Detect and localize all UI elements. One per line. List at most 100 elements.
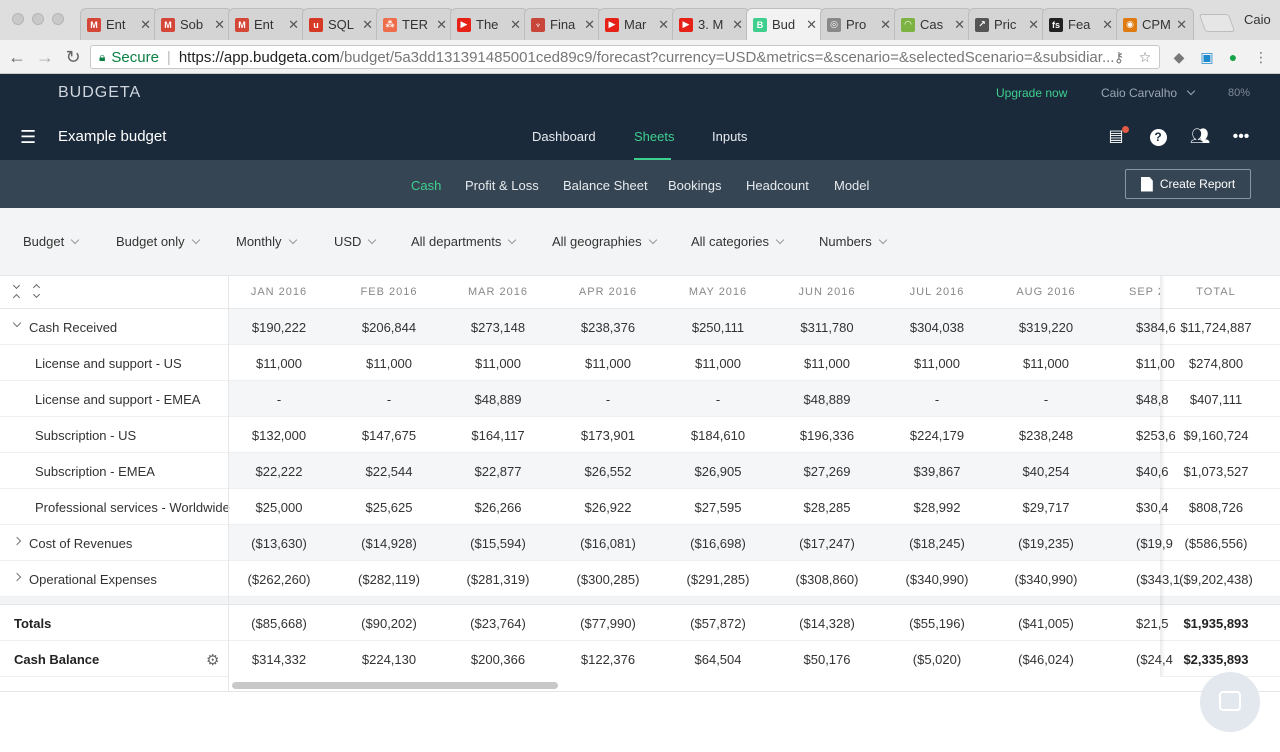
table-cell[interactable]: $11,000: [772, 356, 882, 371]
table-cell[interactable]: ($340,990): [882, 572, 992, 587]
table-cell[interactable]: ($16,698): [663, 536, 773, 551]
table-cell[interactable]: $48,889: [772, 392, 882, 407]
browser-tab[interactable]: ▶ Mar ✕: [598, 8, 676, 40]
extension-icon[interactable]: ◆: [1170, 48, 1188, 66]
table-cell[interactable]: $314,332: [224, 652, 334, 667]
table-cell[interactable]: $11,000: [991, 356, 1101, 371]
horizontal-scrollbar-thumb[interactable]: [232, 682, 558, 689]
table-cell[interactable]: $48,889: [443, 392, 553, 407]
summary-row[interactable]: Totals ($85,668) ($90,202) ($23,764) ($77,99…: [0, 605, 1280, 641]
chat-launcher-button[interactable]: [1200, 672, 1260, 732]
window-maximize-button[interactable]: [52, 13, 64, 25]
table-cell[interactable]: ($281,319): [443, 572, 553, 587]
table-cell[interactable]: -: [224, 392, 334, 407]
table-cell[interactable]: $11,000: [443, 356, 553, 371]
nav-inputs[interactable]: Inputs: [712, 129, 747, 144]
table-cell[interactable]: ($14,328): [772, 616, 882, 631]
tab-close-icon[interactable]: ✕: [288, 17, 299, 33]
table-cell[interactable]: $224,179: [882, 428, 992, 443]
table-row[interactable]: Cost of Revenues ($13,630) ($14,928) ($15,5…: [0, 525, 1280, 561]
table-cell[interactable]: $173,901: [553, 428, 663, 443]
browser-tab[interactable]: ⁂ TER ✕: [376, 8, 454, 40]
user-menu[interactable]: Caio Carvalho: [1101, 86, 1196, 100]
table-cell[interactable]: ($308,860): [772, 572, 882, 587]
table-cell[interactable]: ($90,202): [334, 616, 444, 631]
chevron-down-icon[interactable]: [12, 318, 22, 328]
create-report-button[interactable]: Create Report: [1125, 169, 1251, 199]
window-close-button[interactable]: [12, 13, 24, 25]
filter-period[interactable]: Monthly: [236, 234, 297, 249]
browser-tab[interactable]: ▶ 3. M ✕: [672, 8, 750, 40]
new-tab-button[interactable]: [1198, 14, 1236, 32]
browser-tab[interactable]: M Ent ✕: [80, 8, 158, 40]
tab-profit-loss[interactable]: Profit & Loss: [465, 178, 539, 193]
filter-budget-only[interactable]: Budget only: [116, 234, 200, 249]
table-cell[interactable]: ($57,872): [663, 616, 773, 631]
table-row[interactable]: License and support - US $11,000 $11,000 $1…: [0, 345, 1280, 381]
browser-tab[interactable]: u SQL ✕: [302, 8, 380, 40]
table-cell[interactable]: $39,867: [882, 464, 992, 479]
expand-collapse-all-control[interactable]: [12, 281, 42, 305]
table-cell[interactable]: $147,675: [334, 428, 444, 443]
table-cell[interactable]: $224,130: [334, 652, 444, 667]
filter-geographies[interactable]: All geographies: [552, 234, 657, 249]
window-minimize-button[interactable]: [32, 13, 44, 25]
total-cell[interactable]: $808,726: [1161, 500, 1271, 515]
table-cell[interactable]: $11,000: [663, 356, 773, 371]
table-cell[interactable]: $27,269: [772, 464, 882, 479]
table-cell[interactable]: ($15,594): [443, 536, 553, 551]
table-cell[interactable]: $64,504: [663, 652, 773, 667]
table-cell[interactable]: $22,544: [334, 464, 444, 479]
help-icon[interactable]: ?: [1147, 126, 1169, 148]
total-cell[interactable]: $11,724,887: [1161, 320, 1271, 335]
table-cell[interactable]: $304,038: [882, 320, 992, 335]
total-cell[interactable]: $1,073,527: [1161, 464, 1271, 479]
browser-tab[interactable]: ↗ Pric ✕: [968, 8, 1046, 40]
table-cell[interactable]: ($85,668): [224, 616, 334, 631]
tab-close-icon[interactable]: ✕: [510, 17, 521, 33]
more-options-icon[interactable]: •••: [1230, 126, 1252, 148]
table-cell[interactable]: ($282,119): [334, 572, 444, 587]
tab-close-icon[interactable]: ✕: [658, 17, 669, 33]
filter-display-mode[interactable]: Numbers: [819, 234, 887, 249]
table-cell[interactable]: $26,922: [553, 500, 663, 515]
bookmark-star-icon[interactable]: ☆: [1136, 48, 1154, 66]
table-cell[interactable]: $11,000: [882, 356, 992, 371]
table-cell[interactable]: ($13,630): [224, 536, 334, 551]
table-cell[interactable]: $26,905: [663, 464, 773, 479]
tab-close-icon[interactable]: ✕: [954, 17, 965, 33]
table-row[interactable]: License and support - EMEA - - $48,889- - $48…: [0, 381, 1280, 417]
browser-tab[interactable]: ◎ Pro ✕: [820, 8, 898, 40]
table-cell[interactable]: $11,000: [224, 356, 334, 371]
table-cell[interactable]: $238,248: [991, 428, 1101, 443]
filter-departments[interactable]: All departments: [411, 234, 517, 249]
table-cell[interactable]: $273,148: [443, 320, 553, 335]
tab-close-icon[interactable]: ✕: [140, 17, 151, 33]
tab-close-icon[interactable]: ✕: [806, 17, 817, 33]
table-cell[interactable]: ($55,196): [882, 616, 992, 631]
browser-tab[interactable]: fs Fea ✕: [1042, 8, 1120, 40]
table-cell[interactable]: ($262,260): [224, 572, 334, 587]
browser-menu-icon[interactable]: ⋮: [1252, 48, 1270, 66]
tab-bookings[interactable]: Bookings: [668, 178, 721, 193]
table-cell[interactable]: ($300,285): [553, 572, 663, 587]
table-cell[interactable]: -: [663, 392, 773, 407]
tab-close-icon[interactable]: ✕: [1176, 17, 1187, 33]
table-cell[interactable]: $11,000: [553, 356, 663, 371]
table-cell[interactable]: ($291,285): [663, 572, 773, 587]
browser-profile-name[interactable]: Caio: [1244, 12, 1271, 27]
total-cell[interactable]: $407,111: [1161, 392, 1271, 407]
users-icon[interactable]: 👥︎: [1189, 126, 1211, 148]
tab-close-icon[interactable]: ✕: [732, 17, 743, 33]
table-row[interactable]: Subscription - US $132,000 $147,675 $164,11…: [0, 417, 1280, 453]
table-cell[interactable]: ($14,928): [334, 536, 444, 551]
hamburger-menu-icon[interactable]: ☰: [20, 127, 36, 148]
table-cell[interactable]: $26,552: [553, 464, 663, 479]
total-cell[interactable]: $274,800: [1161, 356, 1271, 371]
table-cell[interactable]: $25,625: [334, 500, 444, 515]
grammarly-icon[interactable]: ●: [1224, 48, 1242, 66]
tab-close-icon[interactable]: ✕: [1028, 17, 1039, 33]
table-cell[interactable]: ($5,020): [882, 652, 992, 667]
summary-row[interactable]: Cash Balance ⚙ $314,332 $224,130 $200,366 $12…: [0, 641, 1280, 677]
table-cell[interactable]: $238,376: [553, 320, 663, 335]
